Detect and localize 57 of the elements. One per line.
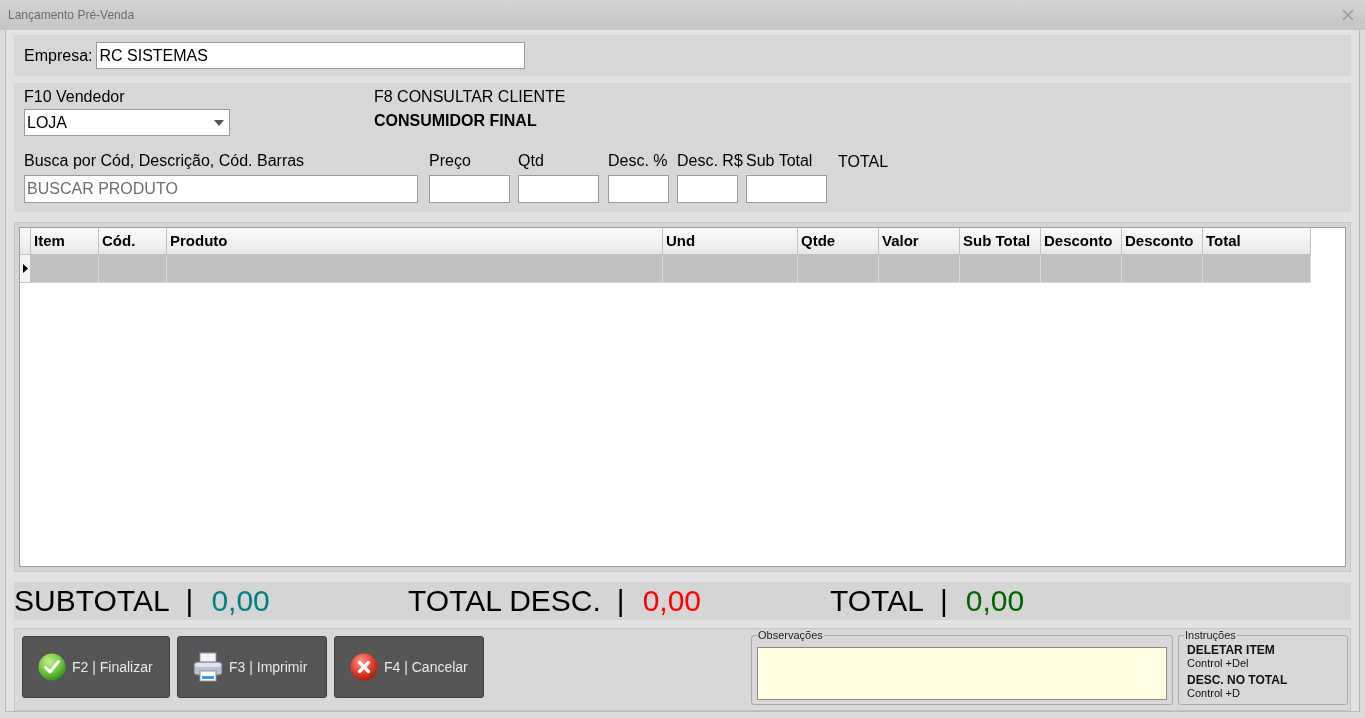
caret-icon[interactable]: [214, 119, 224, 126]
field-label: Desc. %: [608, 151, 668, 171]
instruction-title: DELETAR ITEM: [1187, 643, 1275, 657]
column-header[interactable]: Item: [31, 228, 99, 255]
input-field[interactable]: [429, 175, 510, 203]
input-field[interactable]: [746, 175, 827, 203]
column-header[interactable]: Desconto: [1041, 228, 1122, 255]
column-header[interactable]: Valor: [879, 228, 960, 255]
column-header[interactable]: Cód.: [99, 228, 167, 255]
group-label: Observações: [757, 629, 824, 641]
field-label: Busca por Cód, Descrição, Cód. Barras: [24, 151, 305, 171]
input-field[interactable]: [518, 175, 599, 203]
field-label: Desc. R$: [677, 151, 743, 171]
total-value: 0,00: [211, 583, 270, 619]
salesperson-label: F10 Vendedor: [24, 87, 125, 107]
close-icon[interactable]: [1342, 9, 1354, 21]
total-label: TOTAL: [830, 583, 924, 619]
check-icon: [38, 653, 66, 681]
group-label: Instruções: [1184, 629, 1237, 641]
action-button[interactable]: F4 | Cancelar: [334, 636, 484, 698]
row-marker-icon: [22, 264, 28, 273]
field-label: Preço: [429, 151, 471, 171]
column-header[interactable]: Qtde: [798, 228, 879, 255]
total-label: TOTAL: [838, 152, 889, 172]
column-header[interactable]: Desconto: [1122, 228, 1203, 255]
window-title: Lançamento Pré-Venda: [8, 7, 135, 24]
input-field[interactable]: [677, 175, 738, 203]
action-button[interactable]: F2 | Finalizar: [22, 636, 170, 698]
separator-text: |: [939, 583, 948, 619]
separator-text: |: [616, 583, 625, 619]
field-label: Qtd: [518, 151, 544, 171]
header-corner: [20, 228, 31, 255]
column-header[interactable]: Sub Total: [960, 228, 1041, 255]
shortcut-text: Control +Del: [1187, 657, 1249, 669]
separator-text: |: [185, 583, 194, 619]
total-label: TOTAL DESC.: [408, 583, 601, 619]
row-header[interactable]: [20, 255, 31, 283]
instruction-title: DESC. NO TOTAL: [1187, 673, 1288, 687]
printer-icon: [193, 652, 223, 682]
column-header[interactable]: Produto: [167, 228, 663, 255]
product-search-field[interactable]: BUSCAR PRODUTO: [24, 175, 418, 203]
total-value: 0,00: [965, 583, 1025, 619]
total-label: SUBTOTAL: [14, 583, 170, 619]
action-button[interactable]: F3 | Imprimir: [177, 636, 327, 698]
customer-name: CONSUMIDOR FINAL: [374, 111, 537, 131]
shortcut-text: Control +D: [1187, 687, 1240, 699]
field-label: Sub Total: [746, 151, 813, 171]
x-circle-icon: [350, 653, 378, 681]
observations-field[interactable]: [757, 647, 1167, 700]
salesperson-select[interactable]: LOJA: [24, 109, 230, 136]
column-header[interactable]: Total: [1203, 228, 1311, 255]
company-label: Empresa:: [24, 45, 93, 66]
input-field[interactable]: [608, 175, 669, 203]
column-header[interactable]: Und: [663, 228, 798, 255]
customer-lookup-label: F8 CONSULTAR CLIENTE: [374, 87, 566, 107]
company-field[interactable]: RC SISTEMAS: [96, 42, 526, 69]
total-value: 0,00: [642, 583, 701, 619]
